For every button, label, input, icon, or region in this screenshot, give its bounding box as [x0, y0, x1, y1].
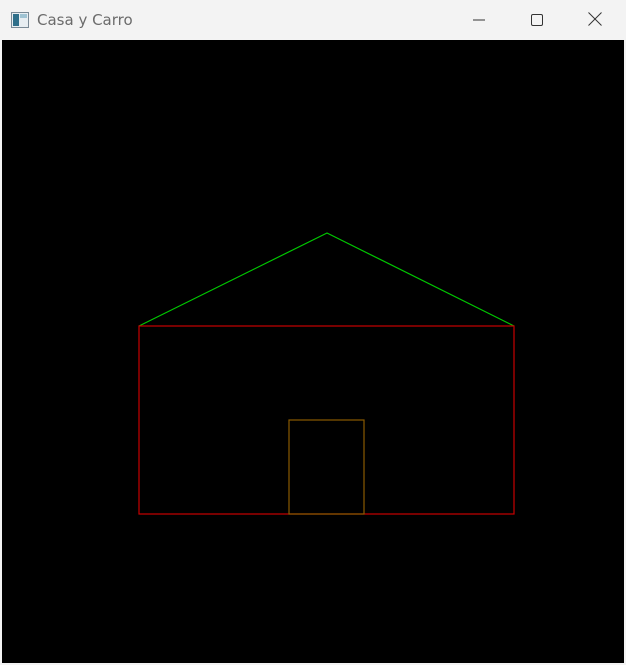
close-icon	[588, 11, 602, 30]
minimize-button[interactable]	[450, 0, 508, 40]
app-window-icon	[11, 12, 29, 28]
house-drawing	[138, 232, 515, 515]
drawing-canvas	[2, 40, 624, 663]
house-roof	[138, 232, 515, 327]
house-door	[288, 419, 365, 515]
app-window: Casa y Carro	[0, 0, 626, 665]
minimize-icon	[473, 11, 485, 30]
close-button[interactable]	[566, 0, 624, 40]
window-title: Casa y Carro	[37, 11, 133, 29]
maximize-button[interactable]	[508, 0, 566, 40]
title-bar[interactable]: Casa y Carro	[0, 0, 626, 40]
maximize-icon	[531, 11, 543, 30]
